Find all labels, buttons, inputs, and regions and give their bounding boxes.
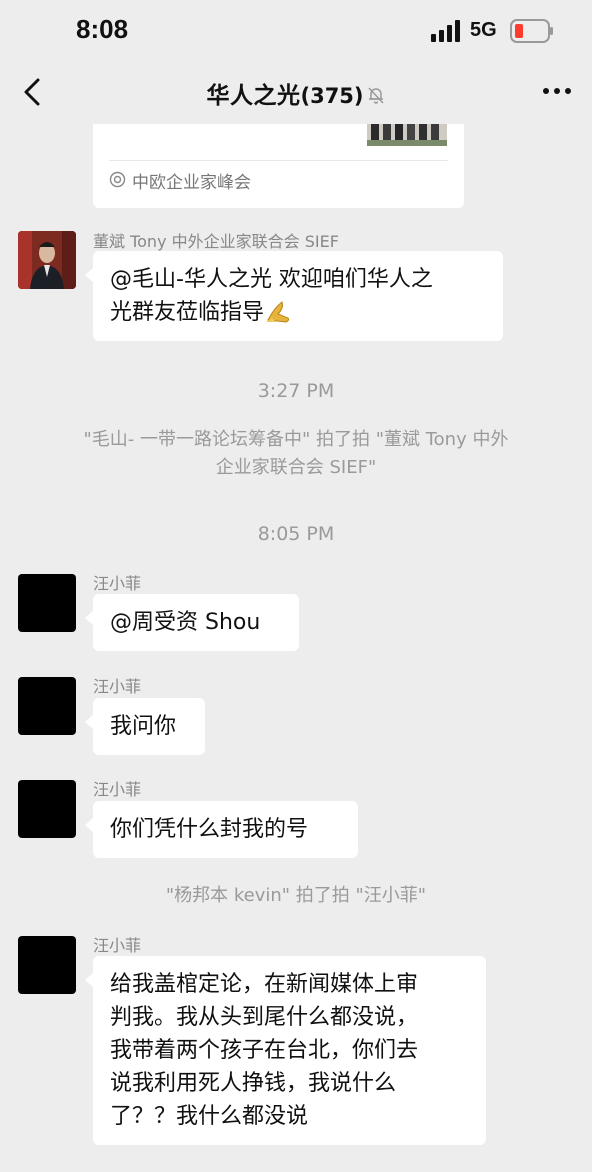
message-line: 说我利用死人挣钱，我说什么 bbox=[110, 1071, 397, 1096]
battery-icon bbox=[510, 19, 553, 43]
chat-title: 华人之光 bbox=[206, 83, 301, 109]
message-bubble[interactable]: 给我盖棺定论，在新闻媒体上审 判我。我从头到尾什么都没说， 我带着两个孩子在台北… bbox=[85, 956, 486, 1145]
timestamp: 8:05 PM bbox=[257, 523, 335, 545]
avatar[interactable] bbox=[18, 574, 76, 632]
status-time: 8:08 bbox=[76, 14, 129, 44]
status-bar: 8:08 5G bbox=[0, 0, 592, 62]
avatar[interactable] bbox=[18, 780, 76, 838]
prayer-hands-icon bbox=[266, 301, 290, 323]
system-line: 企业家联合会 SIEF" bbox=[215, 457, 377, 478]
sender-name: 汪小菲 bbox=[93, 936, 142, 955]
message-line: 你们凭什么封我的号 bbox=[110, 817, 309, 842]
message-line: 给我盖棺定论，在新闻媒体上审 bbox=[110, 972, 419, 997]
card-divider bbox=[109, 160, 448, 161]
message-line: 判我。我从头到尾什么都没说， bbox=[110, 1005, 419, 1030]
network-label: 5G bbox=[470, 19, 497, 41]
system-line: "毛山- 一带一路论坛筹备中" 拍了拍 "董斌 Tony 中外 bbox=[83, 429, 509, 450]
message-bubble[interactable]: 我问你 bbox=[85, 698, 205, 755]
avatar[interactable] bbox=[18, 231, 76, 289]
message-line: 我带着两个孩子在台北，你们去 bbox=[110, 1038, 419, 1063]
message-line: 光群友莅临指导 bbox=[110, 296, 486, 329]
avatar[interactable] bbox=[18, 677, 76, 735]
avatar[interactable] bbox=[18, 936, 76, 994]
sender-name: 汪小菲 bbox=[93, 677, 142, 696]
card-source: 中欧企业家峰会 bbox=[132, 173, 251, 193]
system-message: "杨邦本 kevin" 拍了拍 "汪小菲" bbox=[165, 885, 427, 906]
mini-program-icon bbox=[109, 171, 126, 188]
timestamp: 3:27 PM bbox=[257, 380, 335, 402]
member-count: (375) bbox=[300, 84, 364, 108]
sender-name: 董斌 Tony 中外企业家联合会 SIEF bbox=[93, 232, 339, 251]
signal-icon bbox=[431, 20, 460, 42]
chat-area[interactable]: 中欧企业家峰会 董斌 Tony 中外企业家联合会 SIEF @毛山-华人之光 欢… bbox=[0, 124, 592, 1172]
nav-bar: 华人之光(375) bbox=[0, 62, 592, 124]
sender-name: 汪小菲 bbox=[93, 780, 142, 799]
message-bubble[interactable]: @周受资 Shou bbox=[85, 594, 299, 651]
sender-name: 汪小菲 bbox=[93, 574, 142, 593]
nav-title-wrap[interactable]: 华人之光(375) bbox=[0, 76, 592, 110]
card-thumbnail bbox=[367, 124, 447, 146]
bell-slash-icon bbox=[367, 87, 384, 104]
message-line: 了？？我什么都没说 bbox=[110, 1104, 309, 1129]
message-bubble[interactable]: @毛山-华人之光 欢迎咱们华人之 光群友莅临指导 bbox=[85, 251, 503, 341]
more-dots-icon[interactable] bbox=[540, 78, 574, 104]
shared-link-card[interactable]: 中欧企业家峰会 bbox=[93, 124, 464, 208]
message-line: @毛山-华人之光 欢迎咱们华人之 bbox=[110, 267, 433, 292]
message-bubble[interactable]: 你们凭什么封我的号 bbox=[85, 801, 358, 858]
message-line: @周受资 Shou bbox=[110, 610, 261, 635]
system-message: "毛山- 一带一路论坛筹备中" 拍了拍 "董斌 Tony 中外 企业家联合会 S… bbox=[30, 426, 562, 482]
message-line: 我问你 bbox=[110, 714, 177, 739]
message-line-text: 光群友莅临指导 bbox=[110, 300, 265, 325]
